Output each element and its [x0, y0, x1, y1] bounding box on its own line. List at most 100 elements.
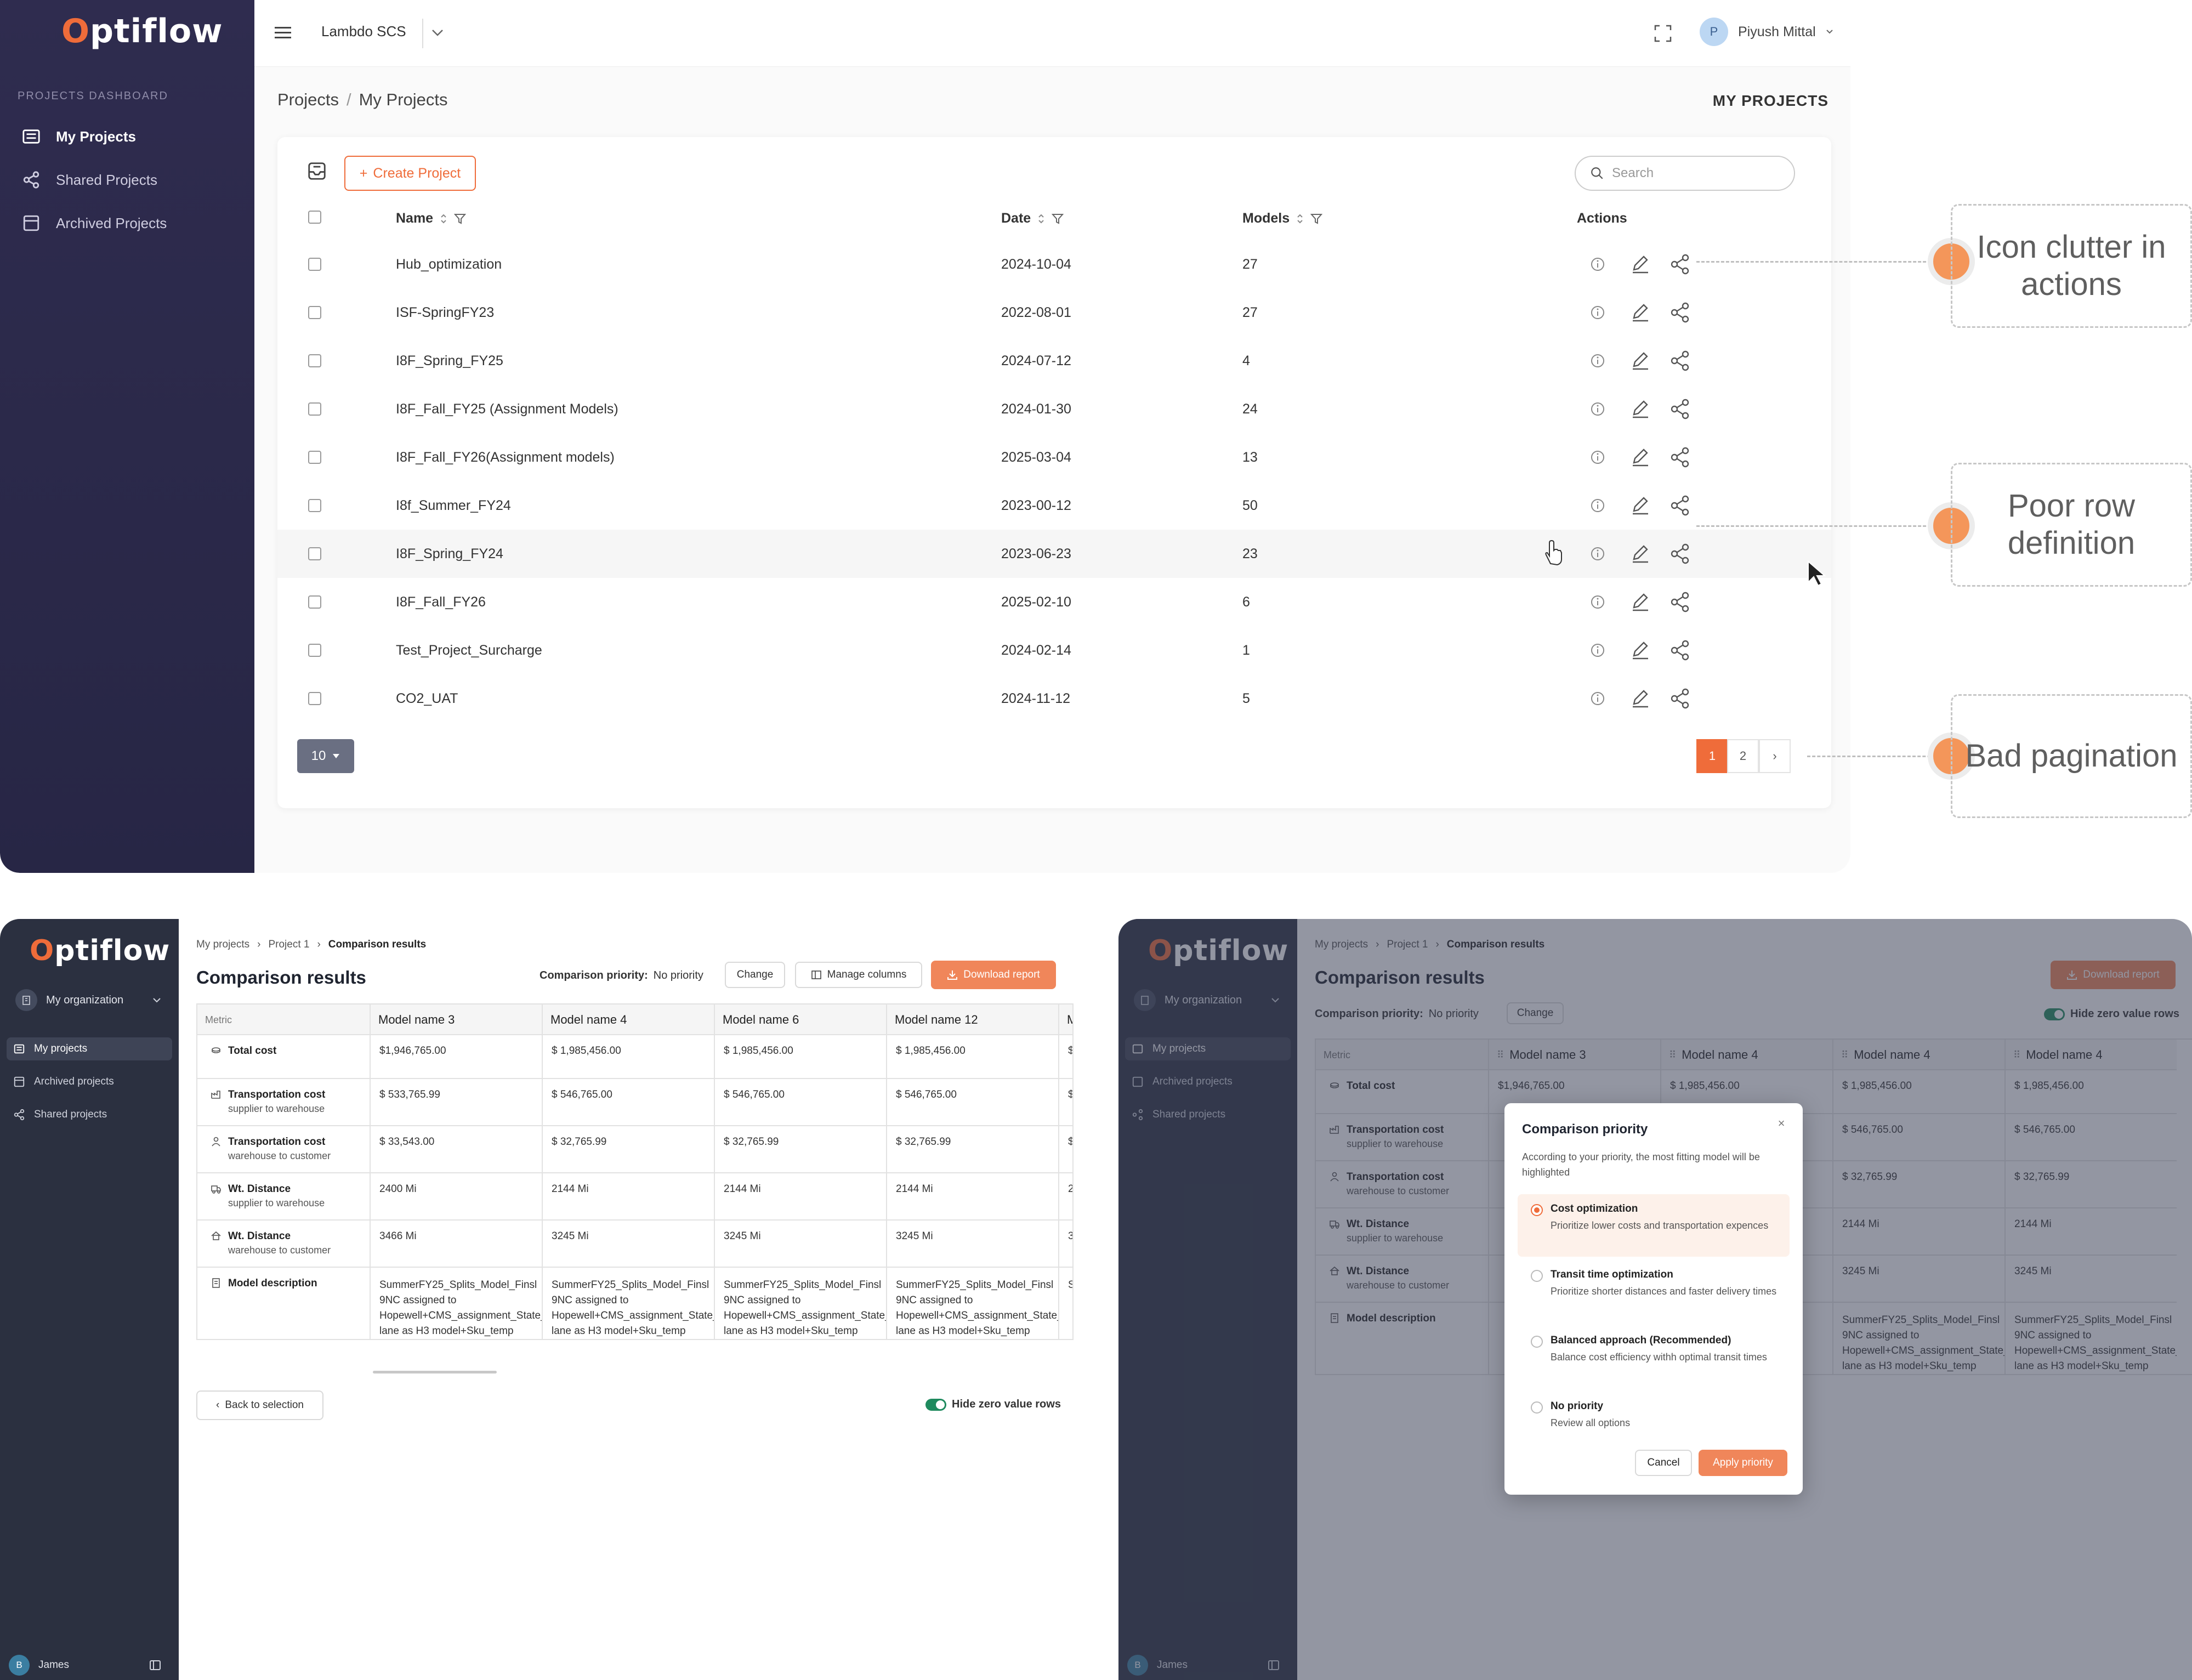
sidebar-item-shared-projects[interactable]: Shared projects — [7, 1103, 172, 1126]
edit-icon[interactable] — [1628, 349, 1652, 373]
priority-option-none[interactable]: No priority Review all options — [1518, 1392, 1790, 1439]
filter-icon[interactable] — [454, 213, 467, 225]
row-checkbox[interactable] — [308, 306, 321, 319]
project-name[interactable]: I8f_Summer_FY24 — [396, 498, 511, 514]
breadcrumb-project[interactable]: Project 1 — [268, 939, 309, 951]
organization-selector[interactable]: My organization — [10, 984, 169, 1017]
sort-icon[interactable] — [440, 213, 447, 225]
download-report-button[interactable]: Download report — [931, 961, 1056, 989]
info-icon[interactable] — [1586, 397, 1610, 421]
column-header-model[interactable]: Model name 6 — [714, 1004, 886, 1035]
info-icon[interactable] — [1586, 686, 1610, 711]
share-icon[interactable] — [1668, 349, 1692, 373]
select-all-checkbox[interactable] — [308, 211, 321, 224]
chevron-down-icon[interactable] — [427, 22, 448, 44]
create-project-button[interactable]: + Create Project — [344, 156, 476, 191]
row-checkbox[interactable] — [308, 644, 321, 657]
page-button-1[interactable]: 1 — [1696, 739, 1728, 773]
fullscreen-icon[interactable] — [1650, 21, 1676, 46]
table-row[interactable]: I8F_Fall_FY26 2025-02-10 6 — [277, 578, 1831, 626]
next-page-button[interactable]: › — [1759, 739, 1791, 773]
share-icon[interactable] — [1668, 397, 1692, 421]
project-name[interactable]: I8F_Fall_FY26(Assignment models) — [396, 450, 615, 466]
breadcrumb-projects[interactable]: Projects — [277, 90, 339, 109]
apply-priority-button[interactable]: Apply priority — [1699, 1450, 1787, 1476]
toggle-switch[interactable] — [925, 1398, 946, 1411]
edit-icon[interactable] — [1628, 252, 1652, 276]
sidebar-item-archived-projects[interactable]: Archived projects — [7, 1070, 172, 1093]
project-name[interactable]: CO2_UAT — [396, 691, 458, 707]
radio-button[interactable] — [1531, 1270, 1543, 1282]
share-icon[interactable] — [1668, 638, 1692, 662]
share-icon[interactable] — [1668, 686, 1692, 711]
share-icon[interactable] — [1668, 252, 1692, 276]
page-size-select[interactable]: 10 — [297, 739, 354, 773]
column-header-date[interactable]: Date — [1001, 211, 1064, 226]
close-icon[interactable]: × — [1773, 1115, 1790, 1132]
edit-icon[interactable] — [1628, 493, 1652, 518]
sidebar-item-my-projects[interactable]: My Projects — [22, 123, 136, 150]
share-icon[interactable] — [1668, 445, 1692, 469]
priority-option-transit[interactable]: Transit time optimization Prioritize sho… — [1518, 1260, 1790, 1323]
info-icon[interactable] — [1586, 445, 1610, 469]
row-checkbox[interactable] — [308, 451, 321, 464]
change-priority-button[interactable]: Change — [725, 962, 785, 988]
table-row[interactable]: I8F_Fall_FY25 (Assignment Models) 2024-01… — [277, 385, 1831, 433]
project-name[interactable]: I8F_Fall_FY26 — [396, 594, 486, 610]
page-button-2[interactable]: 2 — [1727, 739, 1759, 773]
project-name[interactable]: I8F_Fall_FY25 (Assignment Models) — [396, 401, 618, 417]
info-icon[interactable] — [1586, 300, 1610, 325]
edit-icon[interactable] — [1628, 590, 1652, 614]
project-name[interactable]: I8F_Spring_FY24 — [396, 546, 503, 562]
column-header-model[interactable]: Model name 4 — [542, 1004, 714, 1035]
row-checkbox[interactable] — [308, 547, 321, 560]
info-icon[interactable] — [1586, 493, 1610, 518]
share-icon[interactable] — [1668, 542, 1692, 566]
sort-icon[interactable] — [1296, 213, 1304, 225]
share-icon[interactable] — [1668, 300, 1692, 325]
column-header-model[interactable]: Model name 12 — [886, 1004, 1058, 1035]
edit-icon[interactable] — [1628, 638, 1652, 662]
horizontal-scrollbar[interactable] — [373, 1371, 497, 1373]
cancel-button[interactable]: Cancel — [1635, 1450, 1692, 1476]
share-icon[interactable] — [1668, 493, 1692, 518]
manage-columns-button[interactable]: Manage columns — [795, 962, 922, 988]
sidebar-collapse-icon[interactable] — [149, 1659, 161, 1671]
edit-icon[interactable] — [1628, 542, 1652, 566]
search-input[interactable]: Search — [1575, 156, 1795, 191]
project-name[interactable]: ISF-SpringFY23 — [396, 305, 494, 321]
column-header-models[interactable]: Models — [1242, 211, 1323, 226]
row-checkbox[interactable] — [308, 258, 321, 271]
row-checkbox[interactable] — [308, 692, 321, 705]
table-row[interactable]: I8f_Summer_FY24 2023-00-12 50 — [277, 481, 1831, 530]
edit-icon[interactable] — [1628, 445, 1652, 469]
project-name[interactable]: Test_Project_Surcharge — [396, 643, 542, 659]
radio-button[interactable] — [1531, 1204, 1543, 1216]
info-icon[interactable] — [1586, 349, 1610, 373]
hamburger-menu-icon[interactable] — [271, 21, 295, 45]
project-name[interactable]: I8F_Spring_FY25 — [396, 353, 503, 369]
hide-zero-toggle[interactable]: Hide zero value rows — [925, 1398, 1061, 1411]
user-menu[interactable]: P Piyush Mittal — [1700, 18, 1833, 46]
column-header-model[interactable]: Model name 3 — [370, 1004, 542, 1035]
edit-icon[interactable] — [1628, 397, 1652, 421]
row-checkbox[interactable] — [308, 595, 321, 609]
back-to-selection-button[interactable]: ‹ Back to selection — [196, 1390, 323, 1420]
priority-option-cost[interactable]: Cost optimization Prioritize lower costs… — [1518, 1194, 1790, 1257]
sidebar-item-shared-projects[interactable]: Shared Projects — [22, 166, 157, 194]
table-row[interactable]: ISF-SpringFY23 2022-08-01 27 — [277, 288, 1831, 337]
info-icon[interactable] — [1586, 590, 1610, 614]
table-row[interactable]: I8F_Spring_FY24 2023-06-23 23 — [277, 530, 1831, 578]
info-icon[interactable] — [1586, 252, 1610, 276]
info-icon[interactable] — [1586, 638, 1610, 662]
radio-button[interactable] — [1531, 1336, 1543, 1348]
sort-icon[interactable] — [1037, 213, 1045, 225]
table-row[interactable]: CO2_UAT 2024-11-12 5 — [277, 674, 1831, 723]
share-icon[interactable] — [1668, 590, 1692, 614]
inbox-icon[interactable] — [305, 159, 329, 183]
priority-option-balanced[interactable]: Balanced approach (Recommended) Balance … — [1518, 1326, 1790, 1388]
edit-icon[interactable] — [1628, 686, 1652, 711]
row-checkbox[interactable] — [308, 499, 321, 512]
sidebar-item-archived-projects[interactable]: Archived Projects — [22, 209, 167, 237]
edit-icon[interactable] — [1628, 300, 1652, 325]
